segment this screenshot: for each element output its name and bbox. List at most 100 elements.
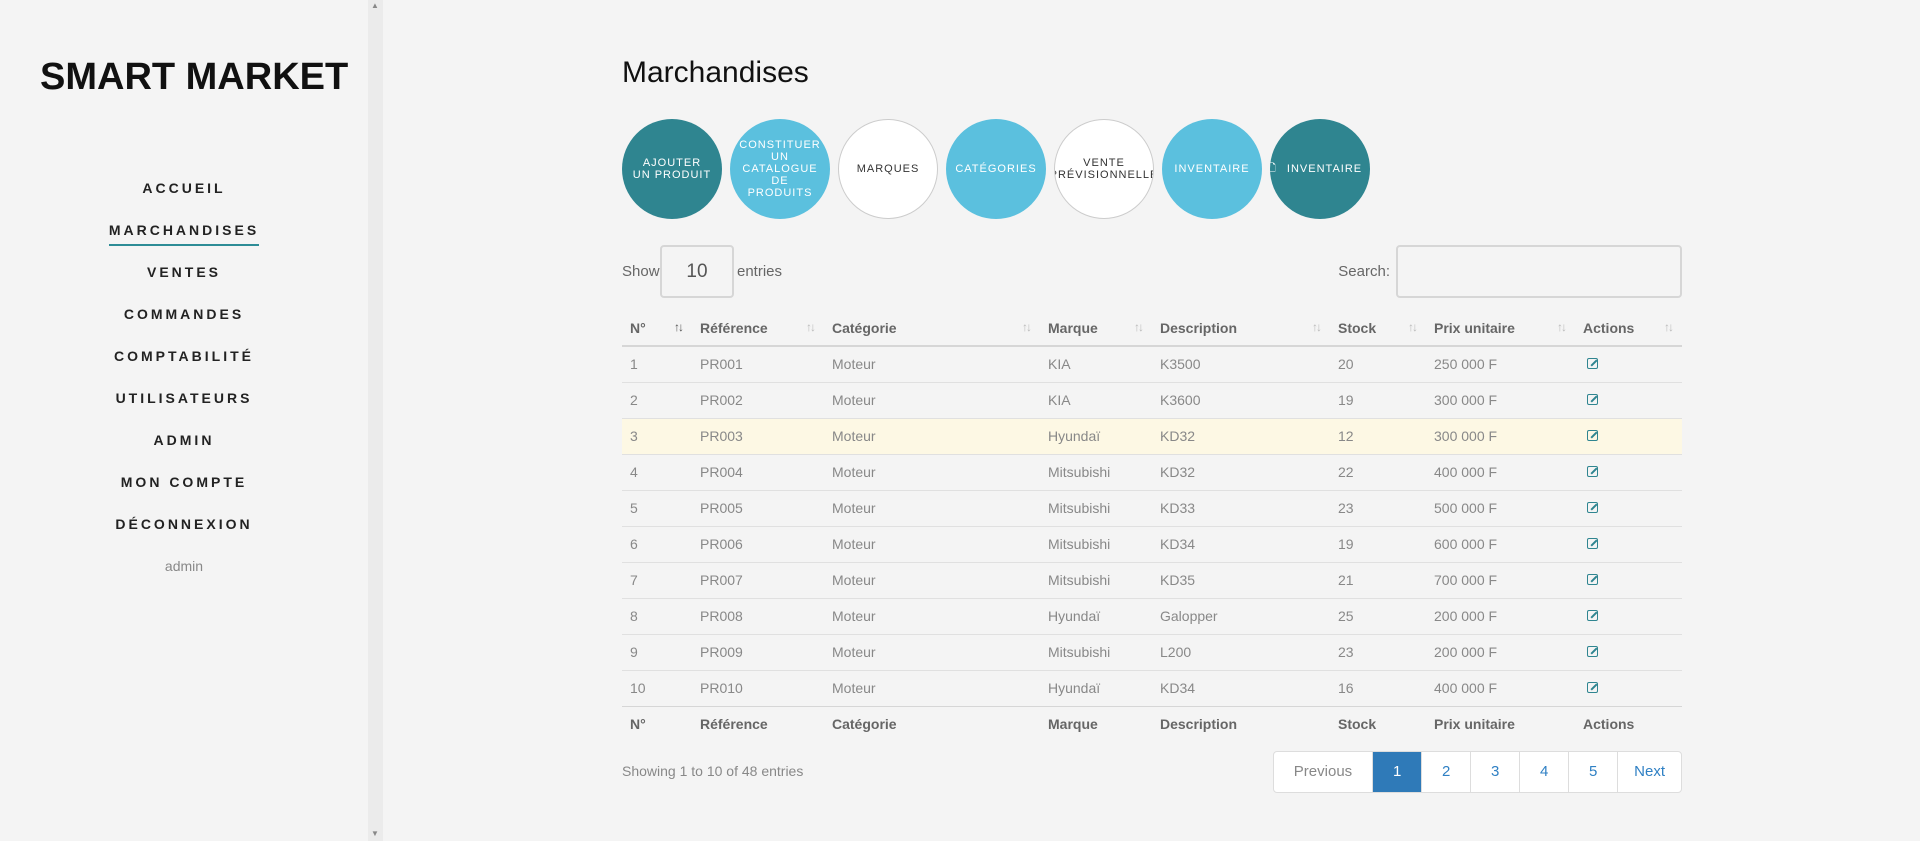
nav-item-label: DÉCONNEXION <box>115 516 253 532</box>
edit-icon[interactable] <box>1587 430 1598 441</box>
table-controls: Show 10 entries Search: <box>622 245 1682 299</box>
page-size-select[interactable]: 10 <box>660 245 734 298</box>
table-row: 6 PR006 Moteur Mitsubishi KD34 19 600 000 F <box>622 525 1682 562</box>
nav-item-deconnexion[interactable]: DÉCONNEXION <box>0 512 368 554</box>
cell-categorie: Moteur <box>824 489 1040 526</box>
column-footer-reference: Référence <box>692 705 824 742</box>
cell-prix-unitaire: 700 000 F <box>1426 561 1575 598</box>
edit-icon[interactable] <box>1587 682 1598 693</box>
cell-n: 9 <box>622 633 692 670</box>
table-row: 3 PR003 Moteur Hyundaï KD32 12 300 000 F <box>622 417 1682 454</box>
edit-icon[interactable] <box>1587 646 1598 657</box>
sort-icon: ↑↓ <box>1408 320 1418 334</box>
pagination-5[interactable]: 5 <box>1568 752 1617 792</box>
column-header-categorie[interactable]: Catégorie ↑↓ <box>824 310 1040 347</box>
column-header-description[interactable]: Description ↑↓ <box>1152 310 1330 347</box>
cell-reference: PR007 <box>692 561 824 598</box>
table-row: 5 PR005 Moteur Mitsubishi KD33 23 500 000 F <box>622 489 1682 526</box>
cell-prix-unitaire: 300 000 F <box>1426 381 1575 418</box>
nav-item-utilisateurs[interactable]: UTILISATEURS <box>0 386 368 428</box>
action-button-inventaire[interactable]: INVENTAIRE <box>1162 119 1262 219</box>
cell-stock: 12 <box>1330 417 1426 454</box>
action-button-label: INVENTAIRE <box>1174 163 1250 175</box>
cell-n: 7 <box>622 561 692 598</box>
cell-stock: 16 <box>1330 669 1426 706</box>
cell-categorie: Moteur <box>824 525 1040 562</box>
edit-icon[interactable] <box>1587 538 1598 549</box>
column-header-stock[interactable]: Stock ↑↓ <box>1330 310 1426 347</box>
action-button-constituer-un-catalogue-de-produits[interactable]: CONSTITUER UN CATALOGUE DE PRODUITS <box>730 119 830 219</box>
column-footer-n: N° <box>622 705 692 742</box>
nav-item-mon-compte[interactable]: MON COMPTE <box>0 470 368 512</box>
edit-icon[interactable] <box>1587 358 1598 370</box>
nav-item-label: MARCHANDISES <box>108 218 260 246</box>
cell-marque: Hyundaï <box>1040 417 1152 454</box>
column-footer-stock: Stock <box>1330 705 1426 742</box>
pagination-previous[interactable]: Previous <box>1274 752 1372 792</box>
sidebar-scrollbar[interactable]: ▲ ▼ <box>368 0 383 841</box>
show-label: Show <box>622 263 660 280</box>
table-info: Showing 1 to 10 of 48 entries <box>622 763 804 779</box>
edit-icon[interactable] <box>1587 502 1598 513</box>
cell-prix-unitaire: 400 000 F <box>1426 669 1575 706</box>
edit-icon[interactable] <box>1587 466 1598 477</box>
cell-actions <box>1575 453 1682 490</box>
cell-prix-unitaire: 300 000 F <box>1426 417 1575 454</box>
cell-actions <box>1575 669 1682 706</box>
table-row: 4 PR004 Moteur Mitsubishi KD32 22 400 000 F <box>622 453 1682 490</box>
nav-item-accueil[interactable]: ACCUEIL <box>0 176 368 218</box>
nav-item-label: MON COMPTE <box>120 474 248 490</box>
action-button-label: CATÉGORIES <box>955 163 1037 175</box>
column-header-actions[interactable]: Actions ↑↓ <box>1575 310 1682 347</box>
cell-description: KD34 <box>1152 525 1330 562</box>
cell-categorie: Moteur <box>824 381 1040 418</box>
cell-categorie: Moteur <box>824 417 1040 454</box>
nav-item-admin[interactable]: ADMIN <box>0 428 368 470</box>
column-header-reference[interactable]: Référence ↑↓ <box>692 310 824 347</box>
column-header-prix-unitaire[interactable]: Prix unitaire ↑↓ <box>1426 310 1575 347</box>
nav-item-commandes[interactable]: COMMANDES <box>0 302 368 344</box>
cell-marque: Mitsubishi <box>1040 489 1152 526</box>
table-row: 7 PR007 Moteur Mitsubishi KD35 21 700 000 F <box>622 561 1682 598</box>
cell-stock: 25 <box>1330 597 1426 634</box>
nav-item-ventes[interactable]: VENTES <box>0 260 368 302</box>
cell-reference: PR002 <box>692 381 824 418</box>
scroll-down-arrow-icon[interactable]: ▼ <box>371 830 379 838</box>
action-button-inventaire-export[interactable]: 🗋 INVENTAIRE <box>1270 119 1370 219</box>
column-header-n[interactable]: N° ↑↓ <box>622 310 692 347</box>
cell-categorie: Moteur <box>824 633 1040 670</box>
action-button-ajouter-un-produit[interactable]: AJOUTER UN PRODUIT <box>622 119 722 219</box>
cell-description: KD35 <box>1152 561 1330 598</box>
cell-n: 2 <box>622 381 692 418</box>
pagination-4[interactable]: 4 <box>1519 752 1568 792</box>
nav-item-comptabilite[interactable]: COMPTABILITÉ <box>0 344 368 386</box>
pagination-1[interactable]: 1 <box>1372 752 1422 792</box>
cell-categorie: Moteur <box>824 561 1040 598</box>
action-button-categories[interactable]: CATÉGORIES <box>946 119 1046 219</box>
column-footer-actions: Actions <box>1575 705 1682 742</box>
cell-prix-unitaire: 250 000 F <box>1426 345 1575 382</box>
action-button-label: CONSTITUER UN CATALOGUE DE PRODUITS <box>739 139 821 199</box>
search-input[interactable] <box>1396 245 1682 298</box>
cell-n: 6 <box>622 525 692 562</box>
pagination-next[interactable]: Next <box>1617 752 1681 792</box>
cell-stock: 22 <box>1330 453 1426 490</box>
edit-icon[interactable] <box>1587 610 1598 621</box>
edit-icon[interactable] <box>1587 574 1598 585</box>
nav-item-marchandises[interactable]: MARCHANDISES <box>0 218 368 260</box>
edit-icon[interactable] <box>1587 394 1598 405</box>
cell-stock: 19 <box>1330 525 1426 562</box>
column-header-label: Référence <box>700 319 768 336</box>
cell-marque: KIA <box>1040 345 1152 382</box>
scroll-up-arrow-icon[interactable]: ▲ <box>371 2 379 10</box>
column-header-marque[interactable]: Marque ↑↓ <box>1040 310 1152 347</box>
cell-reference: PR001 <box>692 345 824 382</box>
action-button-label: AJOUTER UN PRODUIT <box>632 157 712 181</box>
cell-marque: Mitsubishi <box>1040 525 1152 562</box>
action-button-marques[interactable]: MARQUES <box>838 119 938 219</box>
column-header-label: Catégorie <box>832 319 897 336</box>
pagination-2[interactable]: 2 <box>1421 752 1470 792</box>
pagination-3[interactable]: 3 <box>1470 752 1519 792</box>
pagination: Previous 1 2 3 4 5 Next <box>1272 751 1682 793</box>
action-button-vente-previsionnelle[interactable]: VENTE PRÉVISIONNELLE <box>1054 119 1154 219</box>
